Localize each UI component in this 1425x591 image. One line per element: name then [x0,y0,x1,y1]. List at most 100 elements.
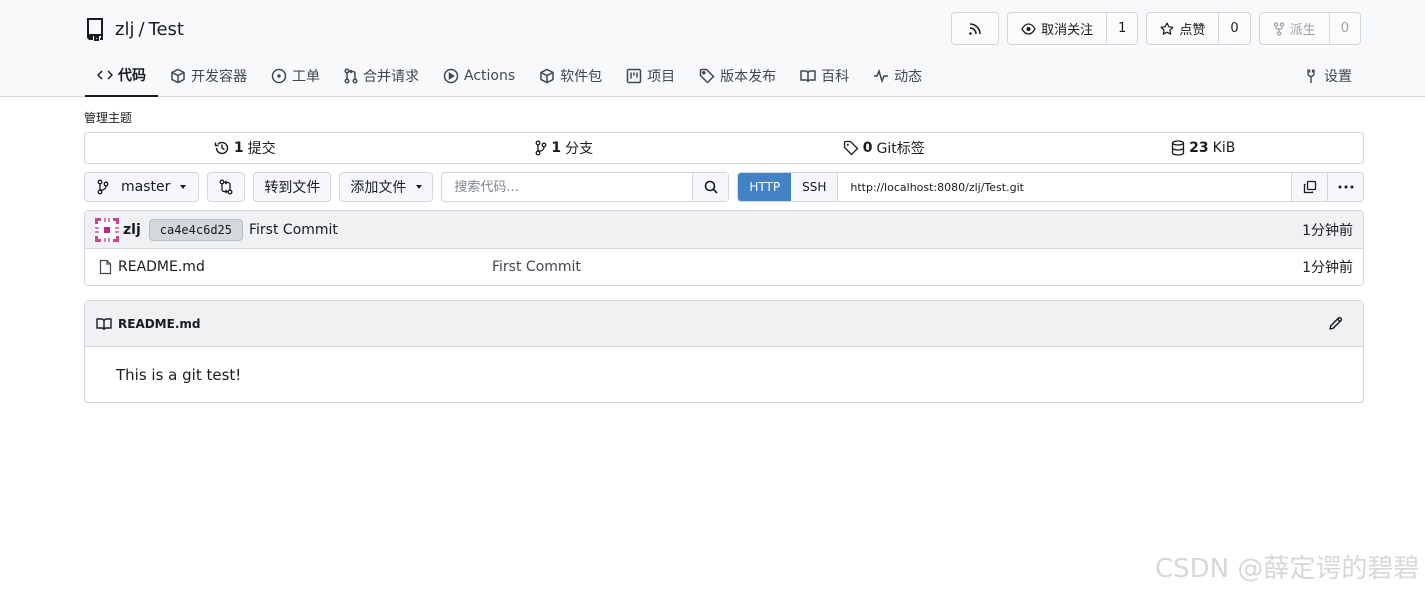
commits-count: 1 [233,140,244,156]
commit-sha-link[interactable]: ca4e4c6d25 [148,218,243,241]
chevron-down-icon [180,185,187,189]
code-icon [97,68,113,82]
tab-wiki-label: 百科 [821,68,850,85]
commit-message-link[interactable]: First Commit [249,222,338,238]
tab-releases[interactable]: 版本发布 [687,54,788,97]
clone-panel: HTTP SSH [737,172,1364,202]
clone-http-button[interactable]: HTTP [738,173,792,201]
star-icon [1160,21,1174,36]
branches-count: 1 [551,140,562,156]
file-commit-time: 1分钟前 [1302,260,1353,276]
readme-header: README.md [85,301,1363,347]
tab-actions-label: Actions [464,67,516,84]
tab-issues-label: 工单 [292,68,320,85]
size-unit: KiB [1212,140,1236,156]
repo-icon [85,17,105,41]
fork-button-group: 派生 0 [1258,12,1361,45]
pulse-icon [873,68,889,83]
manage-topics-link[interactable]: 管理主题 [84,109,132,126]
rss-icon [968,22,982,36]
fork-button[interactable]: 派生 [1260,13,1330,44]
repo-actions: 取消关注 1 点赞 0 派生 0 [951,12,1361,45]
star-button-group: 点赞 0 [1146,12,1251,45]
pencil-icon[interactable] [1328,316,1343,331]
star-count[interactable]: 0 [1219,13,1249,44]
file-list: zlj ca4e4c6d25 First Commit 1分钟前 README.… [84,210,1364,286]
fork-count[interactable]: 0 [1330,13,1360,44]
more-actions-button[interactable] [1327,173,1363,201]
tab-projects[interactable]: 项目 [614,54,687,97]
commit-time: 1分钟前 [1302,222,1353,239]
tab-settings[interactable]: 设置 [1304,54,1352,97]
file-row: README.md First Commit 1分钟前 [85,249,1363,285]
compare-button[interactable] [207,172,246,202]
tab-packages[interactable]: 软件包 [527,54,614,97]
repo-title: zlj / Test [85,16,184,42]
tab-actions[interactable]: Actions [431,54,527,97]
tab-devcontainers[interactable]: 开发容器 [158,54,259,97]
goto-file-button[interactable]: 转到文件 [253,172,332,202]
tag-icon [843,140,859,156]
file-name-link[interactable]: README.md [118,259,492,275]
tab-packages-label: 软件包 [560,68,603,85]
settings-label: 设置 [1324,68,1352,85]
repo-separator: / [138,18,145,40]
repo-header: zlj / Test 取消关注 1 点赞 0 派生 0 代码 开发容器 工单 合… [0,0,1425,97]
repo-toolbar: master 转到文件 添加文件 HTTP SSH [84,172,1364,202]
git-pull-request-icon [344,67,358,84]
tab-wiki[interactable]: 百科 [788,54,861,97]
code-search-button[interactable] [692,173,729,201]
fork-label: 派生 [1289,23,1316,38]
copy-url-button[interactable] [1291,173,1327,201]
tab-activity-label: 动态 [894,68,923,85]
tab-pulls[interactable]: 合并请求 [332,54,431,97]
eye-icon [1021,22,1036,35]
stat-tags[interactable]: 0 Git标签 [724,133,1044,163]
latest-commit-row: zlj ca4e4c6d25 First Commit 1分钟前 [85,211,1363,249]
clone-ssh-button[interactable]: SSH [791,173,839,201]
watch-label: 取消关注 [1041,23,1094,38]
star-button[interactable]: 点赞 [1147,13,1220,44]
history-icon [214,140,230,156]
package-icon [539,68,555,84]
tools-icon [1304,68,1318,84]
code-search-input[interactable] [442,173,693,201]
clone-url-input[interactable] [838,173,1291,201]
size-count: 23 [1189,140,1209,156]
issue-opened-icon [271,68,287,84]
stat-size: 23 KiB [1044,133,1364,163]
tags-label: Git标签 [876,141,925,157]
readme-content: This is a git test! [116,366,242,384]
stat-commits[interactable]: 1 提交 [85,133,405,163]
stat-branches[interactable]: 1 分支 [405,133,725,163]
tab-activity[interactable]: 动态 [861,54,934,97]
repo-name-link[interactable]: Test [149,19,184,40]
tab-code[interactable]: 代码 [85,54,158,97]
rss-button[interactable] [951,12,1000,45]
repo-owner-link[interactable]: zlj [115,19,134,40]
package-box-icon [170,68,186,84]
tag-icon [699,68,715,84]
repo-stats-bar: 1 提交 1 分支 0 Git标签 23 KiB [84,132,1364,164]
readme-title: README.md [118,316,201,331]
branches-label: 分支 [565,141,594,157]
tab-issues[interactable]: 工单 [259,54,332,97]
watch-button[interactable]: 取消关注 [1008,13,1108,44]
branch-name: master [121,179,171,195]
book-icon [800,69,816,83]
commit-author-link[interactable]: zlj [123,222,141,238]
add-file-dropdown[interactable]: 添加文件 [339,172,434,202]
watch-count[interactable]: 1 [1107,13,1137,44]
file-commit-message-link[interactable]: First Commit [492,259,581,275]
code-search [441,172,730,202]
book-icon [96,317,112,331]
chevron-down-icon [416,185,423,189]
play-icon [443,68,459,84]
watch-button-group: 取消关注 1 [1007,12,1139,45]
tab-code-label: 代码 [118,67,146,84]
watermark-text: CSDN @薛定谔的碧碧 [1155,554,1420,584]
branch-selector[interactable]: master [84,172,200,202]
tab-devcontainers-label: 开发容器 [191,68,247,85]
git-branch-icon [97,179,109,195]
avatar[interactable] [95,217,119,242]
